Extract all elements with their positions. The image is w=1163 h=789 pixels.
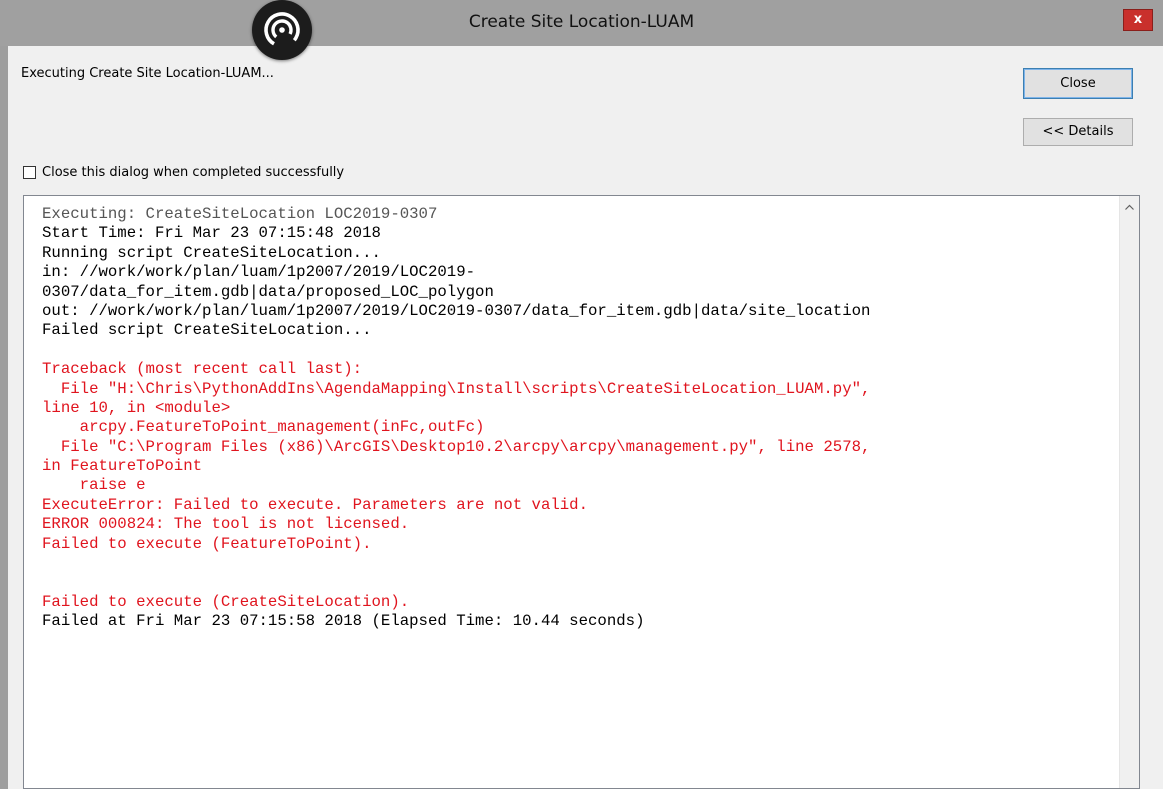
log-line: out: //work/work/plan/luam/1p2007/2019/L… bbox=[42, 301, 871, 320]
log-line: Failed at Fri Mar 23 07:15:58 2018 (Elap… bbox=[42, 612, 645, 631]
log-line: Failed to execute (CreateSiteLocation). bbox=[42, 592, 410, 611]
message-log-text: Executing: CreateSiteLocation LOC2019-03… bbox=[42, 205, 1112, 632]
status-message: Executing Create Site Location-LUAM... bbox=[21, 66, 274, 81]
log-line: Traceback (most recent call last): bbox=[42, 360, 363, 379]
log-line: Start Time: Fri Mar 23 07:15:48 2018 bbox=[42, 224, 381, 243]
log-line: 0307/data_for_item.gdb|data/proposed_LOC… bbox=[42, 282, 494, 301]
window-title: Create Site Location-LUAM bbox=[468, 12, 695, 32]
log-line: File "C:\Program Files (x86)\ArcGIS\Desk… bbox=[42, 437, 871, 456]
close-on-success-label[interactable]: Close this dialog when completed success… bbox=[42, 165, 344, 180]
log-line: Running script CreateSiteLocation... bbox=[42, 243, 381, 262]
log-line: Failed to execute (FeatureToPoint). bbox=[42, 534, 372, 553]
log-line: raise e bbox=[42, 476, 146, 495]
log-line: in FeatureToPoint bbox=[42, 457, 203, 476]
window-close-icon[interactable]: x bbox=[1123, 9, 1153, 31]
log-line: Executing: CreateSiteLocation LOC2019-03… bbox=[42, 205, 438, 223]
details-button[interactable]: << Details bbox=[1023, 118, 1133, 146]
log-line: Failed script CreateSiteLocation... bbox=[42, 321, 372, 340]
scroll-up-arrow-icon[interactable] bbox=[1124, 202, 1135, 213]
log-line: File "H:\Chris\PythonAddIns\AgendaMappin… bbox=[42, 379, 871, 398]
close-on-success-checkbox[interactable] bbox=[23, 166, 36, 179]
close-button[interactable]: Close bbox=[1023, 68, 1133, 99]
log-line: in: //work/work/plan/luam/1p2007/2019/LO… bbox=[42, 263, 476, 282]
dialog-window: Create Site Location-LUAM x Executing Cr… bbox=[0, 0, 1163, 789]
log-line: ExecuteError: Failed to execute. Paramet… bbox=[42, 495, 589, 514]
log-line: ERROR 000824: The tool is not licensed. bbox=[42, 515, 410, 534]
title-bar[interactable]: Create Site Location-LUAM x bbox=[0, 0, 1163, 46]
app-logo-icon bbox=[252, 0, 312, 60]
log-line: arcpy.FeatureToPoint_management(inFc,out… bbox=[42, 418, 485, 437]
message-log[interactable]: Executing: CreateSiteLocation LOC2019-03… bbox=[23, 195, 1140, 789]
vertical-scrollbar[interactable] bbox=[1119, 196, 1139, 788]
log-line: line 10, in <module> bbox=[42, 398, 231, 417]
dialog-client-area: Executing Create Site Location-LUAM... C… bbox=[8, 46, 1163, 789]
